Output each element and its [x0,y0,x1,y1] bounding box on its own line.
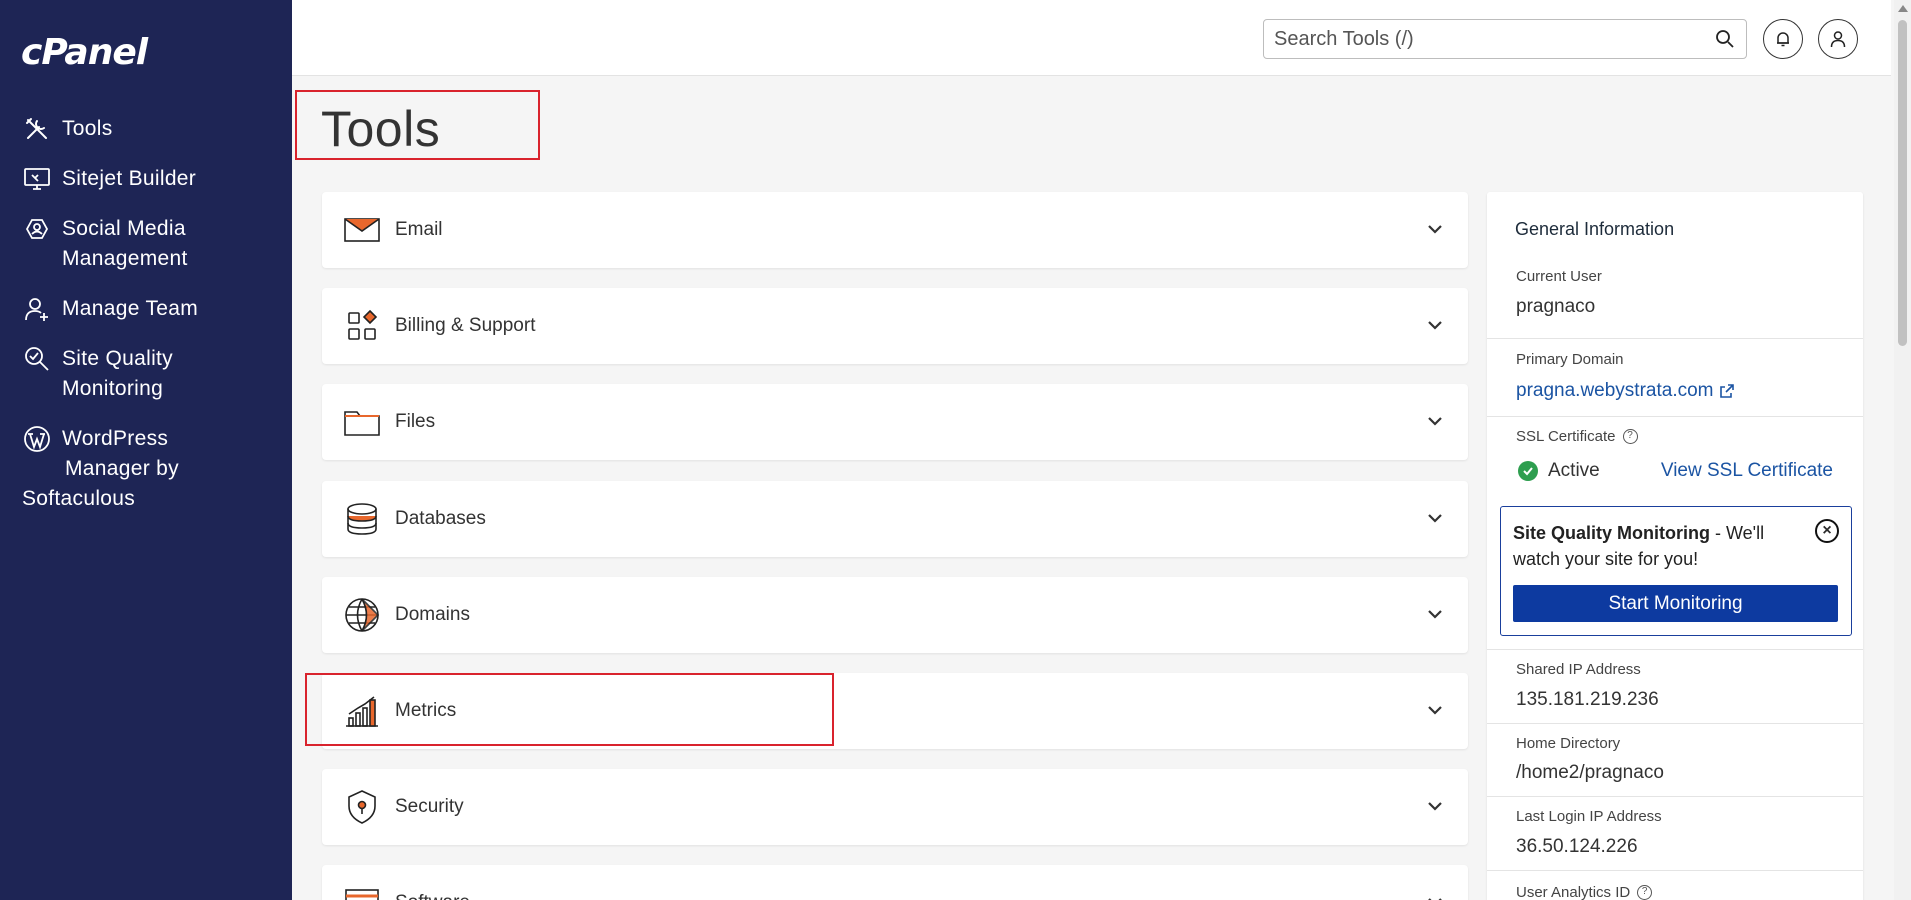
shield-icon [342,787,382,827]
primary-domain-link[interactable]: pragna.webystrata.com [1516,380,1735,402]
chevron-down-icon[interactable] [1424,603,1446,625]
email-icon [342,210,382,250]
site-quality-icon [22,344,52,374]
chevron-down-icon[interactable] [1424,314,1446,336]
database-icon [342,499,382,539]
chevron-down-icon[interactable] [1424,699,1446,721]
cpanel-logo[interactable]: cPanel [21,32,148,73]
panel-files[interactable]: Files [322,384,1468,460]
current-user-value: pragnaco [1516,296,1596,317]
panel-label: Metrics [395,700,457,721]
search-box[interactable] [1263,19,1747,59]
panel-domains[interactable]: Domains [322,577,1468,653]
panel-billing-support[interactable]: Billing & Support [322,288,1468,364]
panel-label: Security [395,796,464,817]
top-header [292,0,1891,76]
sidebar-item-label: Site Quality Monitoring [62,347,173,400]
bell-icon [1777,32,1789,47]
help-icon[interactable]: ? [1622,429,1638,444]
panel-label: Domains [395,604,470,625]
sidebar-item-site-quality-monitoring[interactable]: Site Quality Monitoring [0,344,292,404]
panel-email[interactable]: Email [322,192,1468,268]
shared-ip-label: Shared IP Address [1516,661,1641,678]
chevron-down-icon[interactable] [1424,891,1446,900]
wordpress-icon [22,424,52,454]
social-media-icon [22,214,52,244]
last-login-ip-label: Last Login IP Address [1516,808,1662,825]
panel-label: Email [395,219,443,240]
sidebar-item-label: Softaculous [22,487,136,510]
general-information-card: General Information Current User pragnac… [1487,192,1863,900]
globe-icon [342,595,382,635]
divider [1487,338,1863,339]
tools-icon [22,114,52,144]
close-icon[interactable]: × [1815,519,1839,543]
billing-icon [342,306,382,346]
page-scrollbar[interactable] [1894,0,1911,900]
last-login-ip-value: 36.50.124.226 [1516,836,1638,857]
sidebar-item-label: Sitejet Builder [62,167,197,190]
current-user-label: Current User [1516,268,1602,285]
external-link-icon [1719,384,1734,398]
divider [1487,723,1863,724]
panel-databases[interactable]: Databases [322,481,1468,557]
panel-label: Databases [395,508,486,529]
sidebar-item-tools[interactable]: Tools [0,114,292,144]
user-analytics-id-label: User Analytics ID ? [1516,884,1653,900]
help-icon[interactable]: ? [1637,885,1653,900]
user-menu-button[interactable] [1818,19,1858,59]
panel-label: Billing & Support [395,315,536,336]
sidebar-item-label: Manager by [65,457,179,480]
sidebar-item-label: Social Media Management [62,217,188,270]
metrics-icon [342,691,382,731]
panel-metrics[interactable]: Metrics [322,673,1468,749]
scrollbar-thumb[interactable] [1898,20,1907,346]
highlight-box [295,90,540,160]
chevron-down-icon[interactable] [1424,218,1446,240]
primary-domain-label: Primary Domain [1516,351,1624,368]
panel-software[interactable]: Software [322,865,1468,900]
folder-icon [342,402,382,442]
divider [1487,870,1863,871]
scroll-up-arrow-icon[interactable] [1898,5,1908,12]
sitejet-icon [22,164,52,194]
site-quality-monitoring-promo: Site Quality Monitoring - We'll watch yo… [1500,506,1852,636]
divider [1487,649,1863,650]
sidebar: cPanel Tools Sitejet Builder Social Medi… [0,0,292,900]
card-title: General Information [1515,219,1675,239]
manage-team-icon [22,294,52,324]
search-icon[interactable] [1714,28,1736,50]
software-icon [342,883,382,900]
sidebar-nav: Tools Sitejet Builder Social Media Manage… [0,114,292,534]
chevron-down-icon[interactable] [1424,410,1446,432]
sidebar-item-social-media-management[interactable]: Social Media Management [0,214,292,274]
panel-security[interactable]: Security [322,769,1468,845]
sidebar-item-label: Tools [62,117,113,140]
search-input[interactable] [1274,27,1714,51]
sidebar-item-wordpress-manager[interactable]: WordPress Manager by Softaculous [0,424,292,514]
shared-ip-value: 135.181.219.236 [1516,689,1659,710]
sidebar-item-label: Manage Team [62,297,198,320]
ssl-certificate-label: SSL Certificate ? [1516,428,1638,445]
view-ssl-certificate-link[interactable]: View SSL Certificate [1661,460,1833,482]
panel-label: Software [395,892,470,900]
start-monitoring-button[interactable]: Start Monitoring [1513,585,1838,622]
sidebar-item-sitejet-builder[interactable]: Sitejet Builder [0,164,292,194]
chevron-down-icon[interactable] [1424,795,1446,817]
panel-label: Files [395,411,436,432]
sidebar-item-label: WordPress [62,427,169,450]
chevron-down-icon[interactable] [1424,507,1446,529]
ssl-status: Active [1518,460,1600,482]
notifications-button[interactable] [1763,19,1803,59]
user-icon [1830,31,1846,48]
promo-text: Site Quality Monitoring - We'll watch yo… [1513,523,1765,569]
divider [1487,796,1863,797]
sidebar-item-manage-team[interactable]: Manage Team [0,294,292,324]
home-directory-label: Home Directory [1516,735,1621,752]
home-directory-value: /home2/pragnaco [1516,762,1664,783]
check-circle-icon [1518,461,1538,481]
divider [1487,416,1863,417]
